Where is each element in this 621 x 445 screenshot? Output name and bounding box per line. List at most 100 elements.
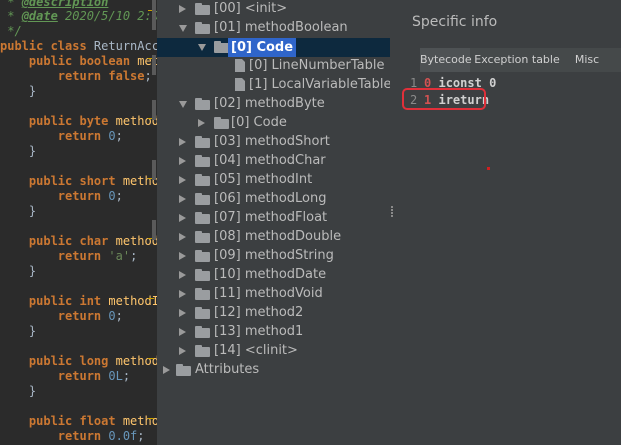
collapsed-arrow-icon[interactable] <box>179 176 186 184</box>
tree-item[interactable]: [00] <init> <box>157 0 390 19</box>
code-token: 0 <box>108 309 116 323</box>
folder-icon <box>195 98 210 110</box>
tree-item[interactable]: [0] LineNumberTable <box>157 57 390 76</box>
class-structure-tree[interactable]: [00] <init> [01] methodBoolean [0] Code [0]… <box>157 0 390 445</box>
code-line: public byte method <box>0 114 157 129</box>
folder-icon <box>195 3 210 15</box>
tree-item-label: [0] Code <box>231 115 287 130</box>
collapsed-arrow-icon[interactable] <box>179 233 186 241</box>
tree-item[interactable]: [06] methodLong <box>157 190 390 209</box>
tree-item[interactable]: Attributes <box>157 361 390 380</box>
code-line: } <box>0 204 36 219</box>
code-line: * @date 2020/5/10 2:0 <box>0 9 157 24</box>
code-token: * <box>0 9 22 23</box>
tree-item[interactable]: [09] methodString <box>157 247 390 266</box>
folder-icon <box>214 41 229 53</box>
folder-icon <box>195 193 210 205</box>
tab-bytecode[interactable]: Bytecode <box>420 48 472 72</box>
folder-icon <box>176 364 191 376</box>
folder-icon <box>214 117 229 129</box>
code-line: return 0; <box>0 309 123 324</box>
folder-icon <box>195 250 210 262</box>
collapsed-arrow-icon[interactable] <box>179 5 186 13</box>
tree-item-label: [14] <clinit> <box>214 343 298 358</box>
code-line: return 0; <box>0 189 123 204</box>
folder-icon <box>195 174 210 186</box>
code-token: 2020/5/10 2:0 <box>57 9 157 23</box>
tree-item[interactable]: [14] <clinit> <box>157 342 390 361</box>
expanded-arrow-icon[interactable] <box>198 44 206 51</box>
code-line: } <box>0 324 36 339</box>
code-token: 0.0f <box>108 429 138 443</box>
tree-item-label: [10] methodDate <box>214 267 327 282</box>
code-token: @description <box>21 0 109 9</box>
collapsed-arrow-icon[interactable] <box>198 119 205 127</box>
scroll-marker <box>152 220 156 240</box>
tree-item[interactable]: [12] method2 <box>157 304 390 323</box>
collapsed-arrow-icon[interactable] <box>179 138 186 146</box>
tree-item[interactable]: [10] methodDate <box>157 266 390 285</box>
code-line: public float metho <box>0 414 157 429</box>
splitter-handle[interactable] <box>390 205 393 219</box>
code-line: } <box>0 384 36 399</box>
code-token: return <box>57 249 109 263</box>
tree-item[interactable]: [01] methodBoolean <box>157 19 390 38</box>
code-line: public long method <box>0 354 157 369</box>
collapsed-arrow-icon[interactable] <box>179 347 186 355</box>
tree-item[interactable]: [11] methodVoid <box>157 285 390 304</box>
code-token: return <box>57 189 109 203</box>
panel-title: Specific info <box>412 14 498 30</box>
folder-icon <box>195 212 210 224</box>
gutter-marker <box>148 298 154 302</box>
tree-item-label: [13] method1 <box>214 324 304 339</box>
scroll-marker <box>152 0 156 30</box>
expanded-arrow-icon[interactable] <box>179 101 187 108</box>
collapsed-arrow-icon[interactable] <box>163 366 170 374</box>
tab-misc[interactable]: Misc <box>566 48 608 72</box>
highlight-box <box>402 88 486 110</box>
tree-item[interactable]: [05] methodInt <box>157 171 390 190</box>
scroll-marker <box>152 55 156 75</box>
code-editor[interactable]: * @description * @date 2020/5/10 2:0 */p… <box>0 0 157 445</box>
tree-item[interactable]: [04] methodChar <box>157 152 390 171</box>
tree-item-label: [09] methodString <box>214 248 334 263</box>
tree-item-label: [12] method2 <box>214 305 304 320</box>
collapsed-arrow-icon[interactable] <box>179 252 186 260</box>
code-line: return 0; <box>0 129 123 144</box>
collapsed-arrow-icon[interactable] <box>179 214 186 222</box>
tree-item[interactable]: [13] method1 <box>157 323 390 342</box>
collapsed-arrow-icon[interactable] <box>179 328 186 336</box>
folder-icon <box>195 22 210 34</box>
tree-item-label: [06] methodLong <box>214 191 327 206</box>
collapsed-arrow-icon[interactable] <box>179 290 186 298</box>
tree-item-label: [1] LocalVariableTable <box>249 77 390 92</box>
tab-exception-table[interactable]: Exception table <box>472 48 562 72</box>
tree-item[interactable]: [0] Code <box>157 38 390 57</box>
tree-item[interactable]: [08] methodDouble <box>157 228 390 247</box>
code-token: public boolean <box>28 54 138 68</box>
code-token: 0 <box>108 189 116 203</box>
code-token: } <box>0 204 37 218</box>
tree-item-label: [00] <init> <box>214 1 288 16</box>
code-token: ; <box>130 249 138 263</box>
folder-icon <box>195 231 210 243</box>
tree-item[interactable]: [1] LocalVariableTable <box>157 76 390 95</box>
tree-item[interactable]: [03] methodShort <box>157 133 390 152</box>
tree-item-label: [03] methodShort <box>214 134 330 149</box>
collapsed-arrow-icon[interactable] <box>179 309 186 317</box>
tree-item-label: [01] methodBoolean <box>214 20 348 35</box>
collapsed-arrow-icon[interactable] <box>179 195 186 203</box>
folder-icon <box>195 136 210 148</box>
collapsed-arrow-icon[interactable] <box>179 157 186 165</box>
code-token: * <box>0 0 22 9</box>
tree-item[interactable]: [0] Code <box>157 114 390 133</box>
code-line: } <box>0 264 36 279</box>
tree-item[interactable]: [07] methodFloat <box>157 209 390 228</box>
tree-item[interactable]: [02] methodByte <box>157 95 390 114</box>
expanded-arrow-icon[interactable] <box>179 25 187 32</box>
collapsed-arrow-icon[interactable] <box>179 271 186 279</box>
